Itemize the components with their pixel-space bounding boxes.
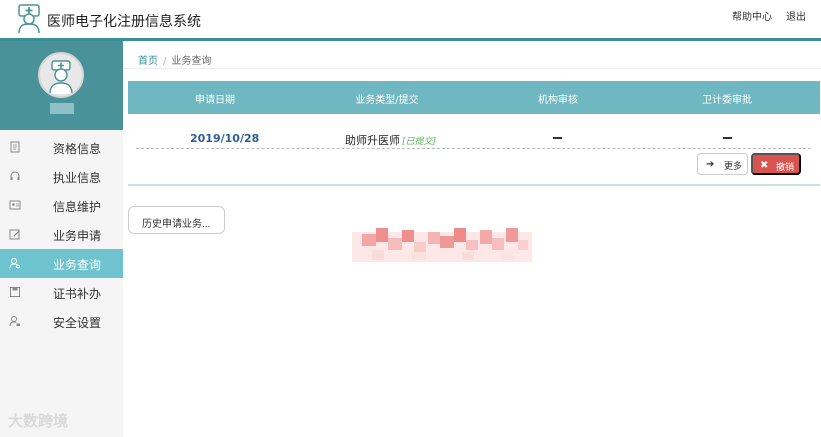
cancel-button[interactable]: ✖ 撤销 (751, 153, 801, 175)
redacted-mosaic (352, 228, 532, 262)
document-icon (10, 141, 20, 153)
application-date: 2019/10/28 (190, 132, 260, 145)
section-divider (128, 184, 820, 186)
breadcrumb-separator: / (163, 56, 167, 67)
sidebar-item-label: 资格信息 (53, 142, 102, 156)
sidebar-item-label: 安全设置 (53, 316, 102, 330)
column-header-type: 业务类型/提交 (355, 95, 419, 106)
sidebar-item-qualification[interactable]: 资格信息 (0, 133, 123, 162)
top-bar: 医师电子化注册信息系统 帮助中心 退出 (0, 0, 821, 38)
sidebar-item-maintenance[interactable]: 信息维护 (0, 191, 123, 220)
help-center-link[interactable]: 帮助中心 (732, 8, 772, 23)
sidebar-item-label: 执业信息 (53, 171, 102, 185)
breadcrumb: 首页 / 业务查询 (138, 52, 211, 67)
breadcrumb-home-link[interactable]: 首页 (138, 56, 158, 67)
edit-icon (9, 229, 20, 240)
sidebar-item-certificate-reissue[interactable]: 证书补办 (0, 278, 123, 307)
sidebar-item-query[interactable]: 业务查询 (0, 249, 123, 278)
row-divider (136, 148, 811, 149)
approval-empty (723, 137, 732, 139)
doctor-logo-icon (18, 4, 40, 34)
org-review-empty (553, 137, 562, 139)
column-header-date: 申请日期 (195, 95, 235, 106)
column-header-org-review: 机构审核 (538, 95, 578, 106)
sidebar-item-label: 业务申请 (53, 229, 102, 243)
sidebar-item-application[interactable]: 业务申请 (0, 220, 123, 249)
logout-link[interactable]: 退出 (786, 8, 806, 23)
watermark-logo: 大数跨境 (8, 410, 68, 431)
business-type-label: 助师升医师 (345, 134, 400, 147)
history-applications-button[interactable]: 历史申请业务... (128, 206, 225, 234)
watermark-text: 大数跨境 (8, 412, 69, 430)
sidebar-item-practice[interactable]: 执业信息 (0, 162, 123, 191)
breadcrumb-divider (124, 68, 821, 69)
status-badge: [已提交] (402, 137, 437, 147)
business-type: 助师升医师 [已提交] (345, 132, 436, 148)
sidebar-item-label: 证书补办 (53, 287, 102, 301)
header-divider (0, 38, 821, 41)
app-title: 医师电子化注册信息系统 (47, 14, 201, 30)
sidebar: 资格信息 执业信息 信息维护 业务申请 业务查询 证书补办 安全设置 (0, 41, 123, 437)
user-search-icon (9, 258, 20, 269)
headset-icon (10, 171, 20, 180)
save-icon (10, 287, 20, 297)
history-button-label: 历史申请业务... (142, 219, 211, 230)
column-header-approval: 卫计委审批 (702, 95, 752, 106)
more-button[interactable]: ➔ 更多 (697, 153, 748, 175)
arrow-right-icon: ➔ (706, 159, 715, 170)
sidebar-item-label: 业务查询 (53, 258, 102, 272)
sidebar-menu: 资格信息 执业信息 信息维护 业务申请 业务查询 证书补办 安全设置 (0, 133, 123, 336)
sidebar-item-security[interactable]: 安全设置 (0, 307, 123, 336)
username-blurred (50, 103, 74, 114)
table-header: 申请日期 业务类型/提交 机构审核 卫计委审批 (128, 81, 820, 114)
avatar (38, 52, 84, 98)
user-lock-icon (9, 316, 20, 327)
close-icon: ✖ (760, 160, 769, 171)
cancel-button-label: 撤销 (776, 162, 795, 172)
id-card-icon (9, 200, 21, 210)
more-button-label: 更多 (724, 161, 743, 171)
breadcrumb-current: 业务查询 (171, 56, 212, 67)
profile-panel (0, 41, 123, 130)
sidebar-item-label: 信息维护 (53, 200, 102, 214)
doctor-avatar-icon (49, 60, 73, 95)
